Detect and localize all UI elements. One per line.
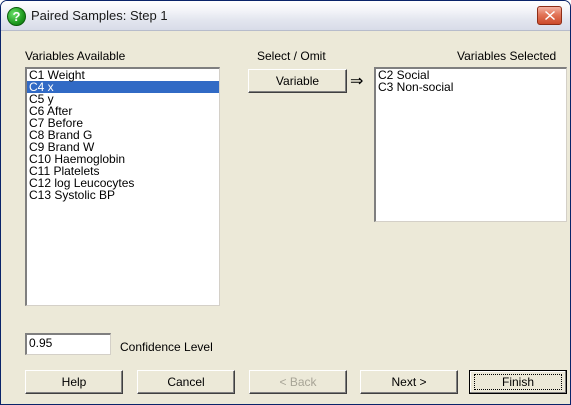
variable-button[interactable]: Variable: [248, 69, 347, 93]
next-button-label: Next >: [391, 375, 427, 389]
confidence-level-label: Confidence Level: [120, 340, 213, 354]
variables-selected-list[interactable]: C2 Social C3 Non-social: [374, 67, 567, 222]
select-omit-label: Select / Omit: [257, 49, 326, 63]
help-button-label: Help: [61, 375, 87, 389]
variables-available-label: Variables Available: [25, 49, 126, 63]
window-title: Paired Samples: Step 1: [31, 8, 168, 23]
back-button-label: < Back: [279, 375, 317, 389]
variables-available-list[interactable]: C1 Weight C4 x C5 y C6 After C7 Before C8 Bra…: [25, 67, 220, 306]
list-item[interactable]: C13 Systolic BP: [27, 189, 219, 201]
back-button[interactable]: < Back: [249, 370, 347, 394]
list-item[interactable]: C3 Non-social: [376, 81, 566, 93]
help-question-icon: ?: [7, 7, 26, 26]
next-button[interactable]: Next >: [360, 370, 458, 394]
focus-rectangle: [474, 374, 562, 390]
list-item[interactable]: C4 x: [27, 81, 219, 93]
help-button[interactable]: Help: [25, 370, 123, 394]
close-button[interactable]: [537, 6, 562, 25]
close-icon: [545, 11, 555, 20]
variable-button-label: Variable: [275, 74, 320, 88]
cancel-button[interactable]: Cancel: [137, 370, 235, 394]
variables-selected-label: Variables Selected: [457, 49, 557, 63]
confidence-level-input[interactable]: 0.95: [25, 333, 111, 355]
cancel-button-label: Cancel: [167, 375, 205, 389]
dialog-window: ? Paired Samples: Step 1 Variables Avail…: [0, 0, 571, 405]
title-bar[interactable]: ? Paired Samples: Step 1: [1, 1, 570, 31]
list-item[interactable]: C1 Weight: [27, 69, 219, 81]
finish-button[interactable]: Finish: [469, 370, 567, 394]
arrow-right-icon: ⇒: [350, 73, 364, 90]
